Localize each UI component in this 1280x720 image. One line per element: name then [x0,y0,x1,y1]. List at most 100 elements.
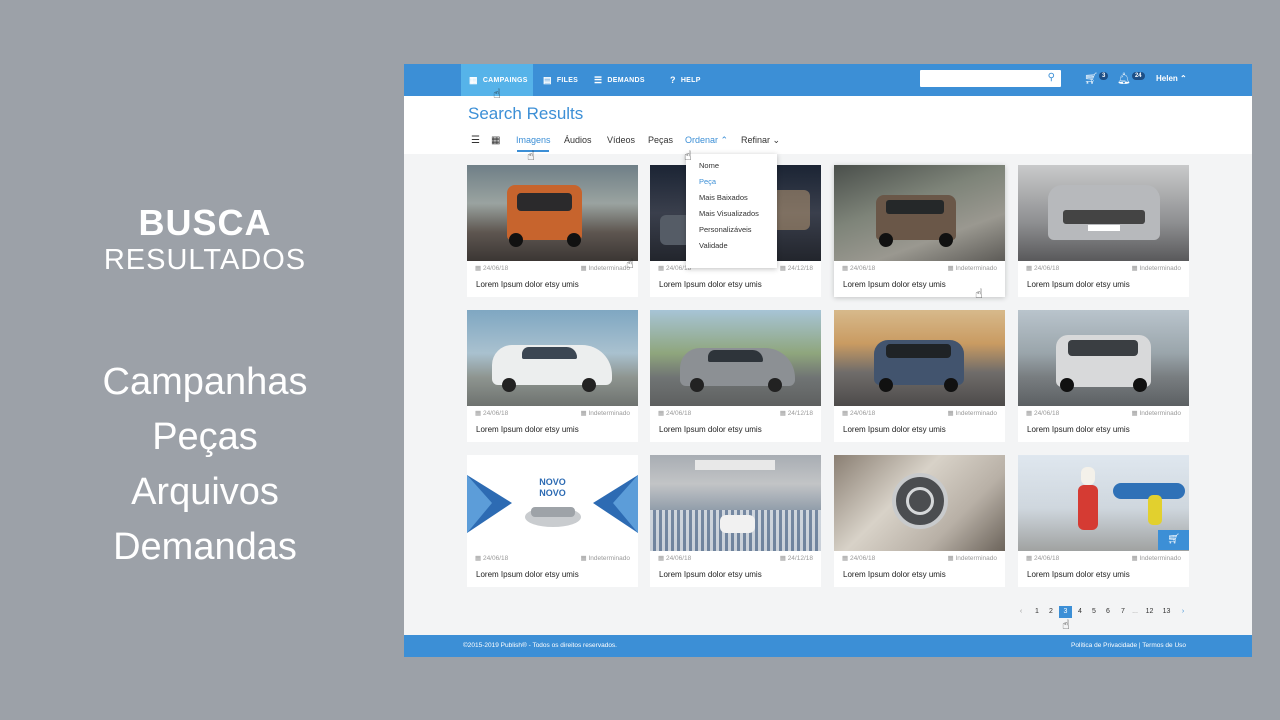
card-validity: ▦ Indeterminado [1131,554,1181,562]
card-validity: ▦ Indeterminado [580,264,630,272]
files-icon: ▤ [543,74,552,85]
refine-label: Refinar [741,135,771,145]
cart-button[interactable]: 🛒︎ 3 [1084,72,1109,85]
card-image [1018,310,1189,406]
promo-list-item: Arquivos [131,471,279,513]
card-title: Lorem Ipsum dolor etsy umis [1027,570,1130,579]
sort-option[interactable]: Mais Baixados [686,190,777,206]
date-value: 24/06/18 [482,555,509,562]
page-link[interactable]: 6 [1102,606,1114,618]
calendar-icon: ▦ [842,265,850,272]
card-image [467,165,638,261]
card-validity: ▦ 24/12/18 [780,409,813,417]
result-card[interactable]: ▦ 24/06/18 ▦ 24/12/18 Lorem Ipsum dolor … [650,310,821,442]
card-title: Lorem Ipsum dolor etsy umis [476,280,579,289]
result-card[interactable]: ▦ 24/06/18 ▦ Indeterminado Lorem Ipsum d… [1018,165,1189,297]
calendar-icon: ▦ [779,555,788,562]
user-menu[interactable]: Helen ⌃ [1156,74,1187,83]
promo-list-item: Peças [152,416,258,458]
footer: ©2015-2019 Publish® - Todos os direitos … [404,635,1252,657]
tab-audios[interactable]: Áudios [564,135,592,145]
nav-label: DEMANDS [607,76,645,84]
page-link[interactable]: 4 [1074,606,1086,618]
page-link[interactable]: 5 [1088,606,1100,618]
card-date: ▦ 24/06/18 [658,409,691,417]
refine-dropdown[interactable]: Refinar ⌄ [741,135,780,146]
search-icon[interactable]: ⚲ [1048,72,1055,83]
sort-option-selected[interactable]: Peça [686,174,777,190]
card-meta: ▦ 24/06/18 ▦ Indeterminado [475,554,630,564]
card-date: ▦ 24/06/18 [1026,264,1059,272]
add-to-cart-button[interactable]: 🛒︎ [1158,530,1189,550]
result-card[interactable]: NOVO NOVO ▦ 24/06/18 ▦ Indeterminado Lor… [467,455,638,587]
page-link[interactable]: 7 [1117,606,1129,618]
page-link[interactable]: 1 [1031,606,1043,618]
tab-images[interactable]: Imagens [516,135,551,145]
sort-option[interactable]: Personalizáveis [686,222,777,238]
nav-label: FILES [556,76,579,84]
card-image [650,310,821,406]
chevron-right-icon: › [1181,608,1185,615]
card-date: ▦ 24/06/18 [842,554,875,562]
next-page-button[interactable]: › [1178,606,1188,618]
list-icon: ☰ [594,74,603,85]
hand-cursor-icon: ☝︎ [527,148,535,163]
validity-value: Indeterminado [955,265,997,272]
hand-cursor-icon: ☝︎ [493,86,501,101]
sort-option[interactable]: Mais Visualizados [686,206,777,222]
page-link[interactable]: 12 [1142,606,1157,618]
page-link[interactable]: 2 [1045,606,1057,618]
sort-dropdown[interactable]: Ordenar ⌃ [685,135,728,146]
result-card[interactable]: ▦ 24/06/18 ▦ Indeterminado Lorem Ipsum d… [834,310,1005,442]
nav-label: CAMPAINGS [482,76,528,84]
top-navbar: ▦ CAMPAINGS ▤ FILES ☰ DEMANDS ? HELP ⚲ 🛒… [404,64,1252,96]
card-date: ▦ 24/06/18 [658,554,691,562]
notifications-button[interactable]: 🔔︎ 24 [1117,72,1145,85]
user-name: Helen [1156,74,1178,83]
bell-icon: 🔔︎ [1117,73,1131,85]
validity-value: Indeterminado [1139,555,1181,562]
card-date: ▦ 24/06/18 [1026,554,1059,562]
list-view-icon[interactable]: ☰ [471,135,480,146]
chevron-down-icon: ⌄ [772,135,781,145]
card-meta: ▦ 24/06/18 ▦ Indeterminado [475,264,630,274]
card-validity: ▦ 24/12/18 [780,264,813,272]
nav-demands[interactable]: ☰ DEMANDS [594,64,645,96]
sort-option[interactable]: Nome [686,158,777,174]
result-card[interactable]: ▦ 24/06/18 ▦ Indeterminado Lorem Ipsum d… [467,165,638,297]
card-title: Lorem Ipsum dolor etsy umis [1027,425,1130,434]
card-meta: ▦ 24/06/18 ▦ Indeterminado [842,264,997,274]
page-link[interactable]: 13 [1159,606,1174,618]
card-image [834,455,1005,551]
nav-files[interactable]: ▤ FILES [543,64,578,96]
result-card[interactable]: ▦ 24/06/18 ▦ Indeterminado Lorem Ipsum d… [1018,310,1189,442]
card-validity: ▦ Indeterminado [947,264,997,272]
card-meta: ▦ 24/06/18 ▦ Indeterminado [842,554,997,564]
nav-help[interactable]: ? HELP [670,64,701,96]
card-meta: ▦ 24/06/18 ▦ Indeterminado [475,409,630,419]
result-card[interactable]: ▦ 24/06/18 ▦ Indeterminado Lorem Ipsum d… [834,455,1005,587]
validity-value: Indeterminado [588,410,630,417]
calendar-icon: ▦ [475,410,483,417]
tab-videos[interactable]: Vídeos [607,135,635,145]
card-title: Lorem Ipsum dolor etsy umis [1027,280,1130,289]
sort-option[interactable]: Validade [686,238,777,254]
grid-view-icon[interactable]: ▦ [491,135,500,146]
footer-links[interactable]: Política de Privacidade | Termos de Uso [1071,642,1186,649]
nav-label: HELP [680,76,701,84]
tab-pecas[interactable]: Peças [648,135,673,145]
prev-page-button[interactable]: ‹ [1016,606,1026,618]
help-icon: ? [670,75,676,85]
validity-value: 24/12/18 [787,265,813,272]
card-image [834,165,1005,261]
result-card[interactable]: ▦ 24/06/18 ▦ Indeterminado Lorem Ipsum d… [834,165,1005,297]
notification-count-badge: 24 [1131,72,1145,80]
search-input[interactable]: ⚲ [920,70,1061,87]
validity-value: Indeterminado [1139,265,1181,272]
result-card[interactable]: ▦ 24/06/18 ▦ 24/12/18 Lorem Ipsum dolor … [650,455,821,587]
result-card[interactable]: 🛒︎ ▦ 24/06/18 ▦ Indeterminado Lorem Ipsu… [1018,455,1189,587]
page-ellipsis: ... [1132,608,1138,615]
card-title: Lorem Ipsum dolor etsy umis [476,425,579,434]
copyright-text: ©2015-2019 Publish® - Todos os direitos … [463,642,617,649]
result-card[interactable]: ▦ 24/06/18 ▦ Indeterminado Lorem Ipsum d… [467,310,638,442]
